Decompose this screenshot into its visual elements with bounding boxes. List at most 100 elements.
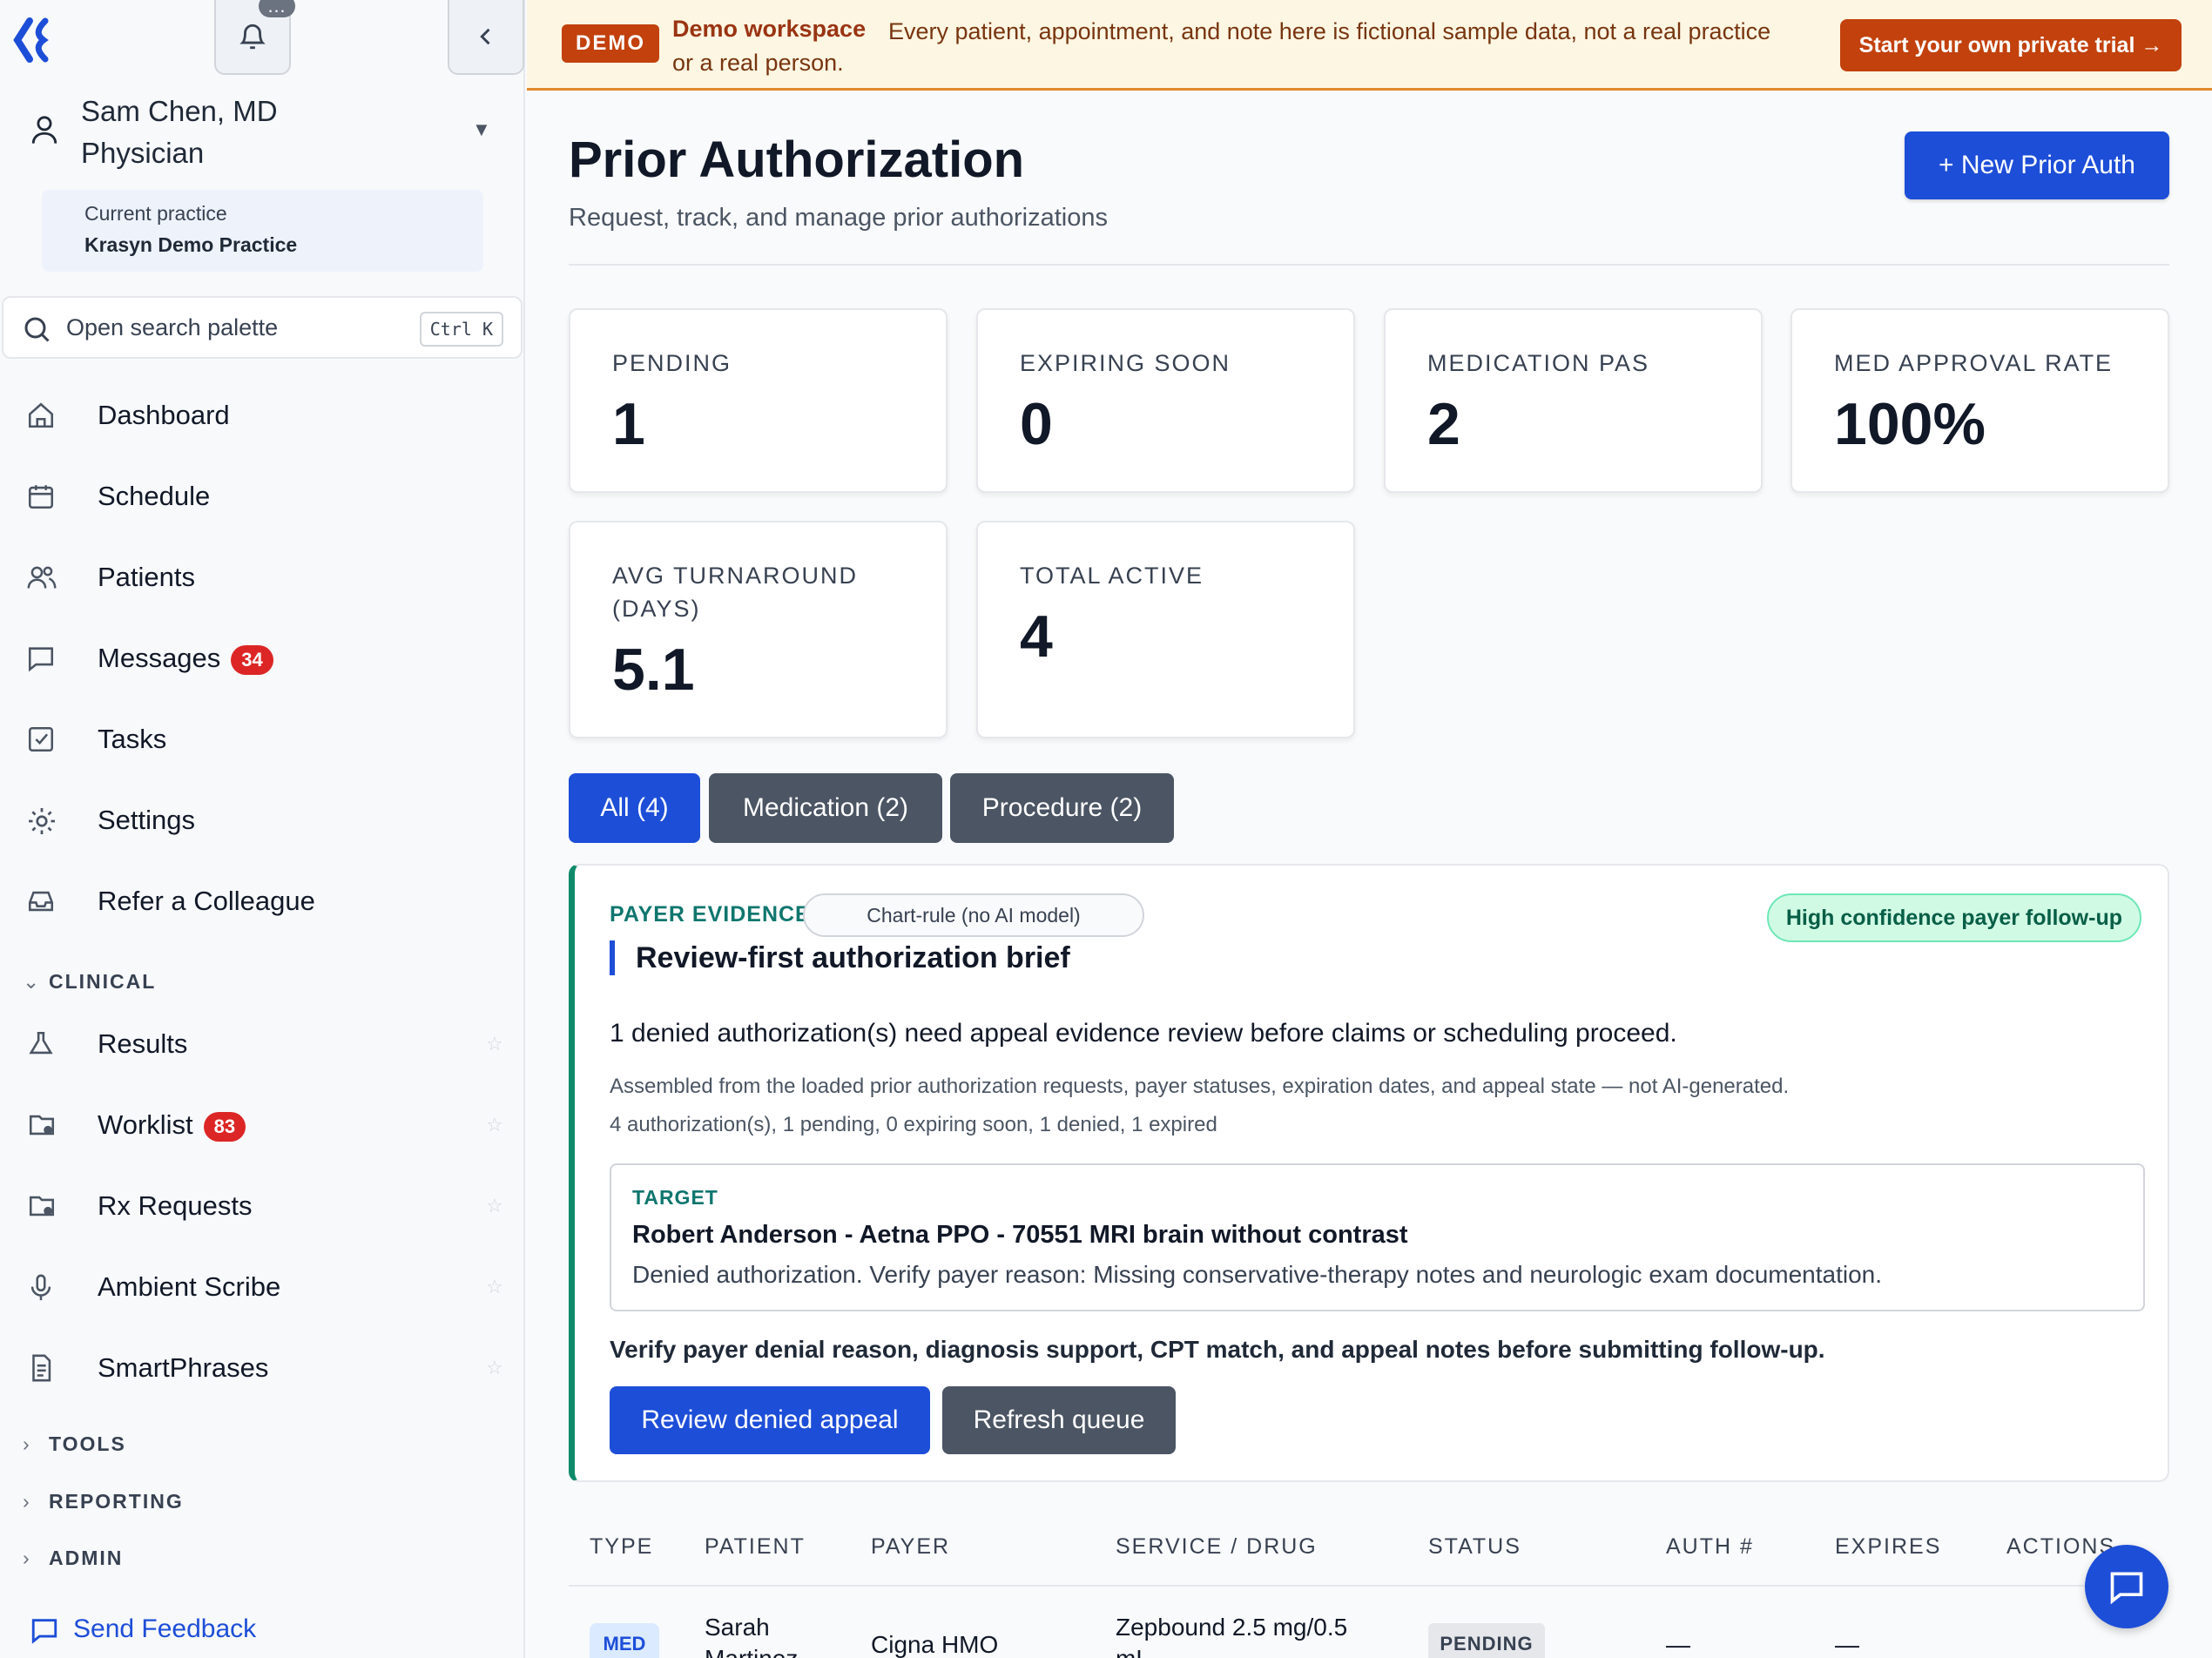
sidebar-item-label: Ambient Scribe	[98, 1271, 281, 1302]
sidebar-item-label: Dashboard	[98, 400, 230, 430]
demo-banner-title: Demo workspace	[672, 16, 867, 42]
sidebar-item-worklist[interactable]: Worklist 83 ☆	[0, 1095, 523, 1156]
auth-number-cell: —	[1666, 1631, 1690, 1658]
sidebar-item-messages[interactable]: Messages 34	[0, 628, 523, 689]
service-cell-line1: Zepbound 2.5 mg/0.5	[1116, 1614, 1348, 1641]
stat-value: 1	[612, 391, 645, 457]
column-header-service: SERVICE / DRUG	[1116, 1534, 1318, 1559]
document-icon	[32, 1354, 51, 1382]
tab-procedure[interactable]: Procedure (2)	[950, 773, 1174, 843]
user-menu[interactable]: Sam Chen, MD Physician ▼	[30, 87, 500, 174]
column-header-patient: PATIENT	[705, 1534, 806, 1559]
section-label: ADMIN	[49, 1547, 124, 1569]
service-cell-line2: mL	[1116, 1642, 1150, 1658]
caret-down-icon[interactable]: ▼	[472, 118, 491, 141]
sidebar-item-settings[interactable]: Settings	[0, 790, 523, 851]
calendar-icon	[28, 485, 54, 509]
favorite-star-icon[interactable]: ☆	[486, 1276, 503, 1298]
checkbox-icon	[28, 726, 54, 752]
column-header-auth: AUTH #	[1666, 1534, 1754, 1559]
chat-button[interactable]	[2085, 1545, 2168, 1628]
section-label: REPORTING	[49, 1490, 184, 1513]
microphone-icon	[30, 1274, 51, 1301]
expires-cell: —	[1835, 1631, 1859, 1658]
patient-last-name[interactable]: Martinez	[705, 1642, 798, 1658]
flask-icon	[29, 1031, 53, 1055]
status-badge: PENDING	[1428, 1623, 1545, 1658]
sidebar-item-label: Patients	[98, 562, 196, 592]
stat-label: PENDING	[612, 350, 732, 376]
message-icon	[28, 647, 54, 672]
worklist-count-badge: 83	[203, 1111, 246, 1142]
section-reporting[interactable]: › REPORTING	[23, 1490, 184, 1513]
search-palette-input[interactable]: Open search palette Ctrl K	[2, 296, 523, 359]
sidebar-item-patients[interactable]: Patients	[0, 547, 523, 608]
send-feedback-link[interactable]: Send Feedback	[30, 1614, 256, 1645]
user-role: Physician	[81, 137, 205, 169]
folder-icon	[29, 1196, 55, 1217]
sidebar-item-label: Schedule	[98, 481, 211, 511]
sidebar-item-rx-requests[interactable]: Rx Requests ☆	[0, 1176, 523, 1237]
sidebar-item-refer-colleague[interactable]: Refer a Colleague	[0, 871, 523, 932]
collapse-sidebar-button[interactable]	[448, 0, 524, 75]
stat-label: TOTAL ACTIVE	[1020, 563, 1204, 589]
send-feedback-label: Send Feedback	[73, 1614, 257, 1643]
page-title: Prior Authorization	[569, 131, 1025, 188]
app-logo-icon[interactable]	[10, 16, 51, 64]
stat-card-med-approval-rate: MED APPROVAL RATE 100%	[1791, 308, 2169, 493]
sidebar-item-dashboard[interactable]: Dashboard	[0, 385, 523, 446]
chevron-right-icon: ›	[23, 1547, 31, 1569]
sidebar-item-label: Refer a Colleague	[98, 886, 315, 916]
verify-instructions: Verify payer denial reason, diagnosis su…	[610, 1336, 1825, 1363]
section-clinical[interactable]: ⌄ CLINICAL	[23, 970, 156, 994]
chevron-right-icon: ›	[23, 1490, 31, 1513]
messages-count-badge: 34	[231, 644, 273, 675]
patient-first-name[interactable]: Sarah	[705, 1611, 770, 1644]
review-denied-appeal-button[interactable]: Review denied appeal	[610, 1386, 930, 1454]
evidence-counts: 4 authorization(s), 1 pending, 0 expirin…	[610, 1113, 1217, 1136]
favorite-star-icon[interactable]: ☆	[486, 1033, 503, 1055]
inbox-icon	[28, 891, 54, 912]
section-label: TOOLS	[49, 1432, 126, 1455]
divider	[569, 264, 2169, 266]
section-tools[interactable]: › TOOLS	[23, 1432, 126, 1456]
sidebar-item-text: Messages	[98, 643, 221, 673]
sidebar-item-label: Rx Requests	[98, 1190, 253, 1221]
stat-card-expiring-soon: EXPIRING SOON 0	[976, 308, 1355, 493]
stat-label: EXPIRING SOON	[1020, 350, 1231, 376]
favorite-star-icon[interactable]: ☆	[486, 1357, 503, 1379]
demo-tag: DEMO	[562, 24, 659, 63]
favorite-star-icon[interactable]: ☆	[486, 1195, 503, 1217]
sidebar-item-schedule[interactable]: Schedule	[0, 466, 523, 527]
sidebar-item-label: Messages 34	[98, 642, 273, 675]
sidebar-item-tasks[interactable]: Tasks	[0, 709, 523, 770]
sidebar-item-ambient-scribe[interactable]: Ambient Scribe ☆	[0, 1257, 523, 1318]
stat-card-avg-turnaround: AVG TURNAROUND (DAYS) 5.1	[569, 521, 948, 738]
demo-banner: DEMO Every patient, appointment, and not…	[527, 0, 2212, 91]
search-icon	[24, 317, 50, 342]
sidebar-item-label: Settings	[98, 805, 196, 835]
stat-label: MEDICATION PAS	[1427, 350, 1650, 376]
sidebar-item-smartphrases[interactable]: SmartPhrases ☆	[0, 1338, 523, 1399]
section-admin[interactable]: › ADMIN	[23, 1547, 123, 1570]
tab-medication[interactable]: Medication (2)	[709, 773, 942, 843]
stat-value: 100%	[1834, 391, 1986, 457]
evidence-summary: 1 denied authorization(s) need appeal ev…	[610, 1019, 1677, 1048]
stat-card-medication-pas: MEDICATION PAS 2	[1384, 308, 1763, 493]
folder-icon	[29, 1115, 55, 1136]
new-prior-auth-button[interactable]: + New Prior Auth	[1905, 131, 2169, 199]
stat-label: AVG TURNAROUND (DAYS)	[612, 563, 859, 622]
practice-name: Krasyn Demo Practice	[84, 233, 298, 256]
sidebar-item-results[interactable]: Results ☆	[0, 1014, 523, 1075]
chat-icon	[2110, 1572, 2143, 1605]
stat-value: 2	[1427, 391, 1460, 457]
refresh-queue-button[interactable]: Refresh queue	[942, 1386, 1176, 1454]
favorite-star-icon[interactable]: ☆	[486, 1114, 503, 1136]
chevron-left-icon	[480, 28, 490, 45]
type-badge: MED	[590, 1623, 659, 1658]
start-trial-button[interactable]: Start your own private trial →	[1840, 19, 2182, 71]
stat-value: 0	[1020, 391, 1053, 457]
column-header-expires: EXPIRES	[1835, 1534, 1942, 1559]
table-header-divider	[569, 1585, 2169, 1587]
tab-all[interactable]: All (4)	[569, 773, 700, 843]
